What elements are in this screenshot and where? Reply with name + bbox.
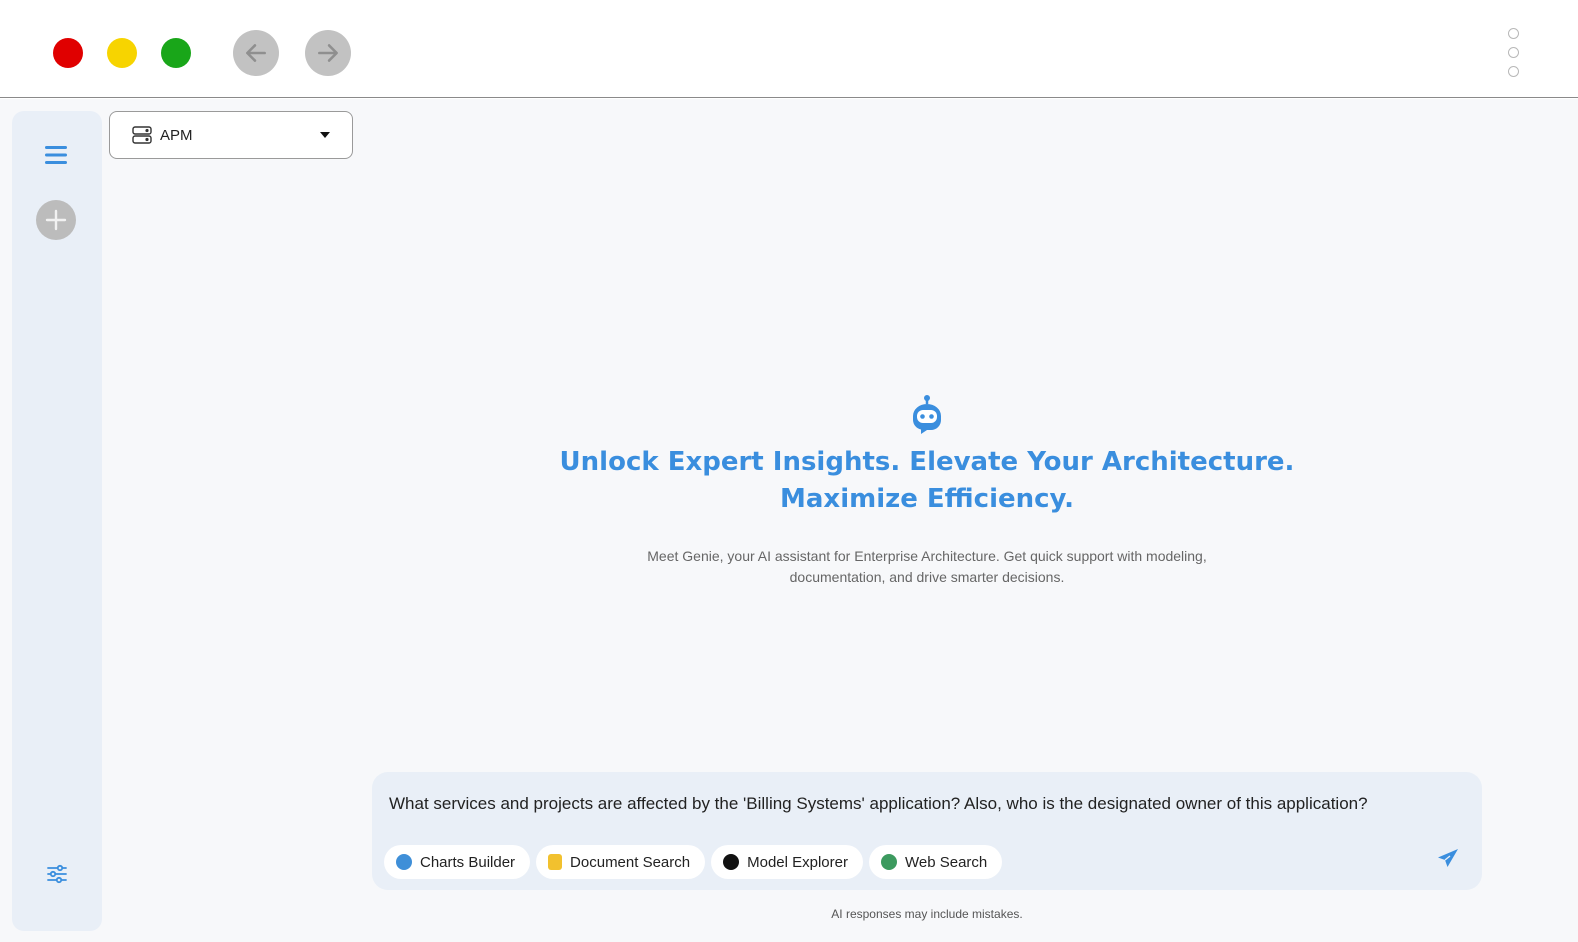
tool-chip-charts-builder[interactable]: Charts Builder xyxy=(384,845,531,879)
tool-chip-model-explorer[interactable]: Model Explorer xyxy=(711,845,863,879)
intro-text-line-1: Meet Genie, your AI assistant for Enterp… xyxy=(647,548,1207,564)
app-body: APM Unlock Expert Insights. Elevate Your… xyxy=(0,99,1578,942)
tool-chip-document-search[interactable]: Document Search xyxy=(536,845,706,879)
chat-composer: What services and projects are affected … xyxy=(372,772,1482,890)
chevron-down-icon xyxy=(320,132,330,138)
robot-icon xyxy=(908,394,946,436)
new-chat-button[interactable] xyxy=(36,200,76,240)
minimize-window-button[interactable] xyxy=(107,38,137,68)
tool-chips: Charts Builder Document Search Model Exp… xyxy=(384,845,1008,879)
headline-line-1: Unlock Expert Insights. Elevate Your Arc… xyxy=(559,447,1295,477)
headline-line-2: Maximize Efficiency. xyxy=(780,484,1074,514)
tool-chip-label: Document Search xyxy=(570,853,691,871)
welcome-hero: Unlock Expert Insights. Elevate Your Arc… xyxy=(372,394,1482,588)
compass-icon xyxy=(723,854,740,870)
chart-globe-icon xyxy=(396,854,412,870)
arrow-left-icon xyxy=(246,44,266,62)
tool-chip-label: Web Search xyxy=(905,853,988,871)
sidebar xyxy=(12,111,102,931)
sliders-icon[interactable] xyxy=(45,862,69,886)
forward-button[interactable] xyxy=(305,30,351,76)
send-button[interactable] xyxy=(1436,846,1460,870)
tool-chip-label: Model Explorer xyxy=(747,853,848,871)
arrow-right-icon xyxy=(318,44,338,62)
close-window-button[interactable] xyxy=(53,38,83,68)
globe-icon xyxy=(881,854,897,870)
document-icon xyxy=(548,854,563,870)
plus-icon xyxy=(45,209,67,231)
server-stack-icon xyxy=(132,126,152,144)
page-title: Unlock Expert Insights. Elevate Your Arc… xyxy=(372,444,1482,518)
back-button[interactable] xyxy=(233,30,279,76)
ai-disclaimer: AI responses may include mistakes. xyxy=(831,907,1023,921)
workspace-selector-value: APM xyxy=(160,126,193,144)
tool-chip-label: Charts Builder xyxy=(420,853,516,871)
prompt-input[interactable]: What services and projects are affected … xyxy=(389,793,1369,815)
maximize-window-button[interactable] xyxy=(161,38,191,68)
paper-plane-icon xyxy=(1438,849,1458,867)
hamburger-menu-icon[interactable] xyxy=(43,141,71,169)
intro-text: Meet Genie, your AI assistant for Enterp… xyxy=(597,546,1257,588)
intro-text-line-2: documentation, and drive smarter decisio… xyxy=(789,569,1065,585)
window-titlebar xyxy=(0,0,1578,98)
workspace-selector[interactable]: APM xyxy=(109,111,353,159)
tool-chip-web-search[interactable]: Web Search xyxy=(869,845,1003,879)
kebab-menu-icon[interactable] xyxy=(1506,28,1520,80)
